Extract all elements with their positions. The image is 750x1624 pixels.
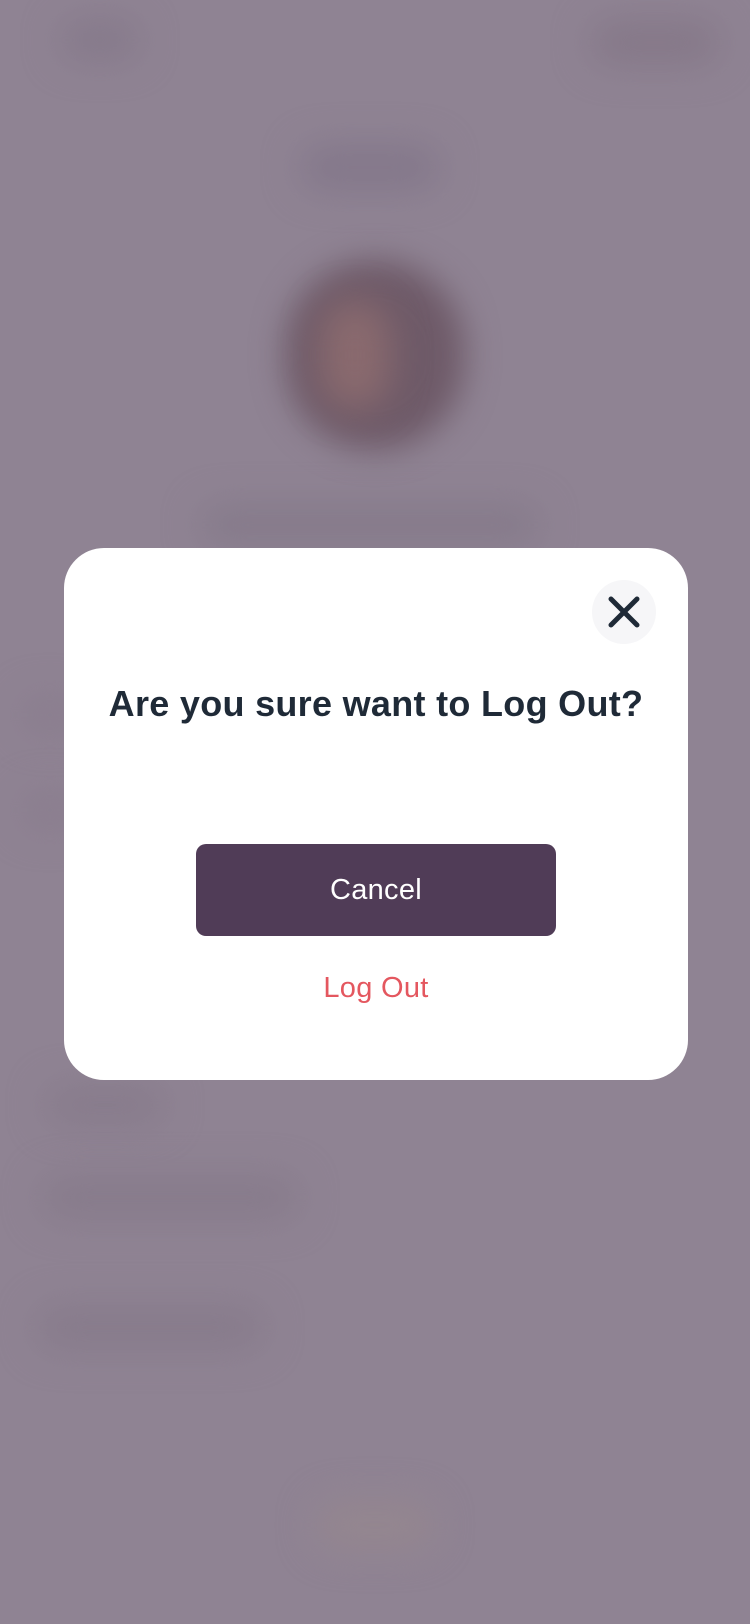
screen-overlay: Are you sure want to Log Out? Cancel Log… [0, 0, 750, 1624]
blurred-bottom-button [315, 1500, 435, 1550]
logout-dialog: Are you sure want to Log Out? Cancel Log… [64, 548, 688, 1080]
blurred-back-button [60, 20, 140, 60]
blurred-profile-name [200, 505, 540, 545]
blurred-menu-item [40, 1175, 300, 1220]
blurred-avatar-detail [320, 300, 390, 410]
cancel-button[interactable]: Cancel [196, 844, 556, 936]
blurred-header-action [590, 20, 720, 65]
close-button[interactable] [592, 580, 656, 644]
blurred-menu-item [45, 1085, 165, 1125]
blurred-menu-item [35, 1305, 265, 1350]
close-icon [608, 596, 640, 628]
dialog-title: Are you sure want to Log Out? [64, 678, 688, 730]
dialog-title-text: Are you sure want to Log Out? [108, 683, 644, 724]
logout-button-label: Log Out [323, 972, 429, 1004]
logout-button[interactable]: Log Out [64, 968, 688, 1008]
blurred-page-title [300, 145, 440, 190]
cancel-button-label: Cancel [329, 873, 423, 906]
